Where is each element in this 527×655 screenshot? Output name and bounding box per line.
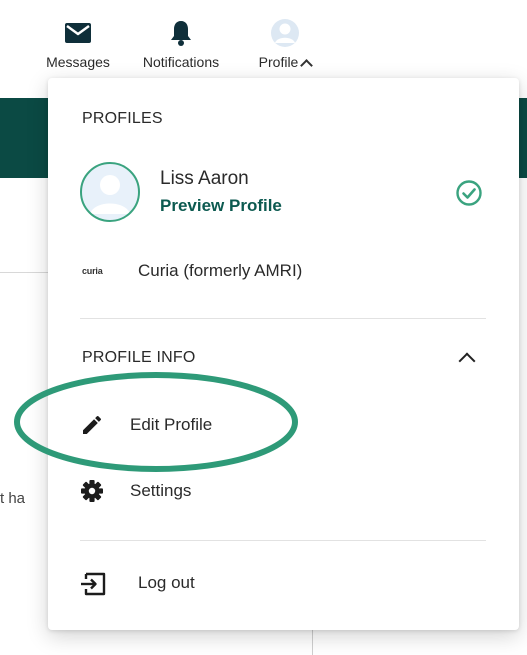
chevron-up-icon [300,59,314,72]
nav-messages-label: Messages [46,54,110,70]
divider [80,540,486,541]
logout-icon [80,571,108,602]
profile-dropdown: PROFILES Liss Aaron Preview Profile curi… [48,78,519,630]
profiles-heading: PROFILES [82,110,163,127]
active-profile-row[interactable]: Liss Aaron Preview Profile [80,162,492,224]
nav-notifications[interactable]: Notifications [132,18,230,70]
bell-icon [169,18,193,48]
background-banner-right [519,98,527,178]
collapse-chevron-up-icon[interactable] [458,352,476,370]
organization-logo: curia [82,266,103,276]
log-out-label: Log out [138,573,195,592]
nav-profile[interactable]: Profile [246,18,324,72]
profile-info-heading: PROFILE INFO [82,349,196,366]
check-circle-icon [455,179,483,212]
avatar [80,162,140,222]
person-icon [90,175,130,214]
nav-profile-label: Profile [258,54,299,70]
settings-menu-item[interactable]: Settings [80,474,486,508]
highlight-ellipse [14,370,304,479]
envelope-icon [64,18,92,48]
log-out-menu-item[interactable]: Log out [80,566,486,600]
organization-profile-row[interactable]: curia Curia (formerly AMRI) [82,258,482,288]
background-divider [0,272,48,273]
top-navigation: Messages Notifications Profile [0,0,527,80]
divider [80,318,486,319]
background-rule [312,630,313,655]
background-partial-text: t ha [0,490,26,507]
organization-name: Curia (formerly AMRI) [138,261,303,280]
gear-icon [80,479,104,508]
nav-notifications-label: Notifications [142,54,220,70]
avatar-icon [270,18,300,48]
settings-label: Settings [130,481,192,500]
nav-messages[interactable]: Messages [42,18,114,70]
preview-profile-link[interactable]: Preview Profile [160,196,282,216]
user-name: Liss Aaron [160,168,249,189]
background-banner [0,98,48,178]
